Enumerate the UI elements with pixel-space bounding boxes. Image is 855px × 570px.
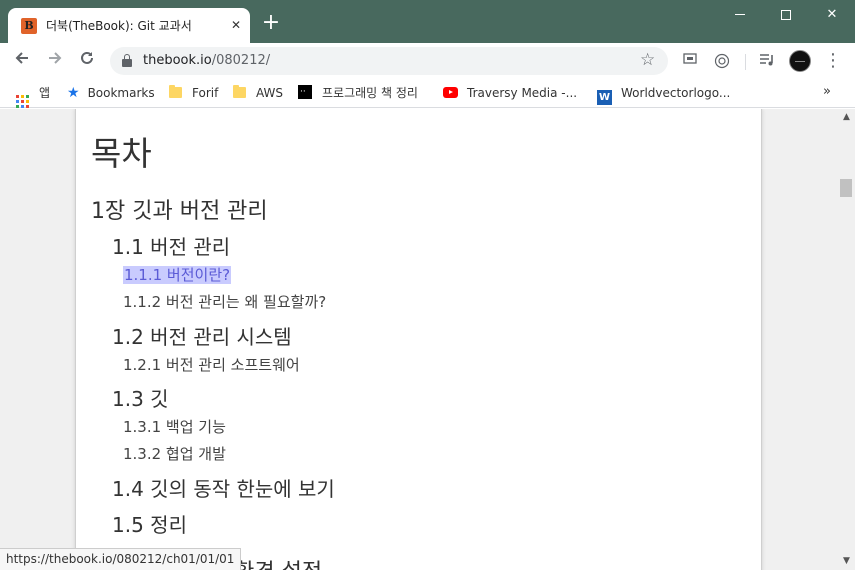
extension-target-icon[interactable] (714, 53, 730, 69)
url-path: /080212/ (211, 53, 271, 68)
toc-subsection-1-3-1[interactable]: 1.3.1 백업 기능 (123, 416, 226, 437)
bookmark-apps[interactable]: 앱 (16, 84, 51, 108)
youtube-icon (443, 87, 458, 98)
black-square-icon (298, 83, 312, 101)
reload-button[interactable] (74, 48, 100, 74)
maximize-icon (781, 9, 791, 20)
tab-close-icon[interactable]: ✕ (227, 16, 245, 34)
bookmark-worldvectorlogo[interactable]: W Worldvectorlogo... (597, 84, 731, 105)
folder-icon (169, 85, 182, 98)
back-button[interactable] (9, 48, 35, 74)
bookmark-label: Traversy Media -... (467, 86, 578, 100)
toc-section-1-1[interactable]: 1.1 버전 관리 (112, 231, 230, 260)
new-tab-button[interactable]: + (260, 12, 282, 34)
arrow-left-icon (15, 52, 28, 64)
toc-subsection-1-1-1[interactable]: 1.1.1 버전이란? (123, 264, 232, 285)
scroll-down-arrow-icon[interactable]: ▼ (838, 553, 855, 570)
browser-tab[interactable]: B 더북(TheBook): Git 교과서 ✕ (8, 8, 250, 43)
arrow-right-icon (49, 52, 62, 64)
browser-toolbar: thebook.io/080212/ ☆ ⋮ (0, 43, 855, 79)
url-text[interactable]: thebook.io/080212/ (143, 53, 270, 68)
toc-section-1-5[interactable]: 1.5 정리 (112, 509, 187, 538)
scrollbar-thumb[interactable] (840, 179, 852, 197)
reload-icon (81, 51, 93, 64)
bookmarks-overflow-button[interactable]: » (823, 84, 831, 99)
scroll-up-arrow-icon[interactable]: ▲ (838, 109, 855, 126)
maximize-button[interactable] (763, 0, 809, 30)
toc-section-1-2[interactable]: 1.2 버전 관리 시스템 (112, 321, 292, 350)
toolbar-divider (745, 54, 746, 70)
bookmark-label: Forif (192, 86, 219, 100)
bookmark-forif[interactable]: Forif (169, 84, 218, 102)
toc-highlighted-link[interactable]: 1.1.1 버전이란? (123, 266, 232, 284)
bookmark-bookmarks[interactable]: ★ Bookmarks (67, 84, 155, 102)
toc-page: 목차 1장 깃과 버전 관리 1.1 버전 관리 1.1.1 버전이란? 1.1… (75, 109, 762, 570)
page-viewport: 목차 1장 깃과 버전 관리 1.1 버전 관리 1.1.1 버전이란? 1.1… (0, 109, 838, 570)
toc-chapter-1[interactable]: 1장 깃과 버전 관리 (91, 193, 268, 225)
vertical-scrollbar[interactable]: ▲ ▼ (838, 109, 855, 570)
star-icon: ★ (67, 85, 80, 101)
toc-section-1-4[interactable]: 1.4 깃의 동작 한눈에 보기 (112, 473, 335, 502)
toc-subsection-1-3-2[interactable]: 1.3.2 협업 개발 (123, 443, 226, 464)
address-bar[interactable]: thebook.io/080212/ ☆ (110, 47, 668, 75)
tab-title: 더북(TheBook): Git 교과서 (46, 19, 192, 33)
toc-section-1-3[interactable]: 1.3 깃 (112, 383, 169, 412)
bookmark-traversy-media[interactable]: Traversy Media -... (443, 84, 577, 102)
toc-subsection-1-2-1[interactable]: 1.2.1 버전 관리 소프트웨어 (123, 354, 300, 375)
url-host: thebook.io (143, 53, 212, 68)
toc-title: 목차 (91, 134, 152, 173)
forward-button[interactable] (42, 48, 68, 74)
folder-icon (233, 85, 246, 98)
bookmark-label: 프로그래밍 책 정리 (322, 86, 418, 100)
profile-avatar[interactable] (789, 50, 811, 72)
apps-grid-icon (16, 95, 29, 108)
more-menu-icon[interactable]: ⋮ (823, 48, 843, 74)
bookmarks-bar: 앱 ★ Bookmarks Forif AWS 프로그래밍 책 정리 Traver… (0, 79, 855, 108)
minimize-icon (735, 14, 745, 15)
link-status-bar: https://thebook.io/080212/ch01/01/01 (0, 548, 242, 570)
bookmark-star-icon[interactable]: ☆ (640, 50, 655, 70)
window-close-button[interactable]: ✕ (809, 0, 855, 30)
bookmark-aws[interactable]: AWS (233, 84, 283, 102)
cast-icon[interactable] (682, 53, 698, 69)
media-playlist-icon[interactable] (759, 53, 775, 69)
bookmark-label: Worldvectorlogo... (621, 86, 731, 100)
bookmark-label: AWS (256, 86, 284, 100)
minimize-button[interactable] (717, 0, 763, 30)
bookmark-programming-books[interactable]: 프로그래밍 책 정리 (298, 83, 418, 102)
thebook-favicon-icon: B (21, 18, 37, 34)
toc-subsection-1-1-2[interactable]: 1.1.2 버전 관리는 왜 필요할까? (123, 291, 326, 312)
title-bar: B 더북(TheBook): Git 교과서 ✕ + ✕ (0, 0, 855, 43)
bookmark-label: Bookmarks (87, 86, 155, 100)
lock-icon (122, 54, 132, 67)
bookmark-label: 앱 (39, 86, 51, 100)
w-logo-icon: W (597, 90, 612, 105)
